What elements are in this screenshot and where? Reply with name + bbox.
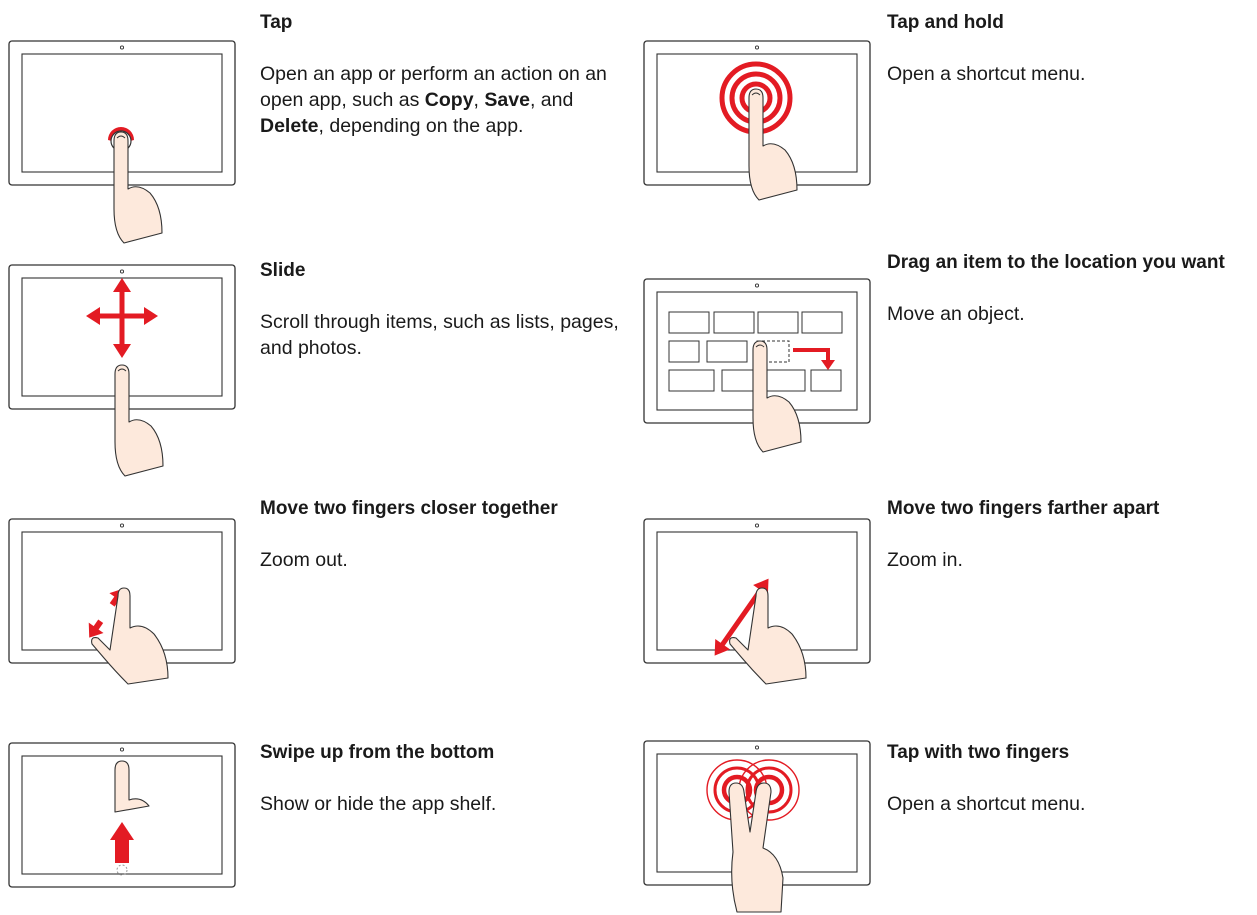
gesture-title: Drag an item to the location you want: [887, 252, 1225, 273]
gesture-title: Move two fingers farther apart: [887, 498, 1160, 519]
gesture-description: Scroll through items, such as lists, pag…: [260, 311, 619, 359]
gesture-description: Open a shortcut menu.: [887, 63, 1086, 85]
slide-gesture-icon: [8, 264, 238, 477]
swipe-up-gesture-icon: [8, 742, 238, 892]
gesture-title: Swipe up from the bottom: [260, 742, 495, 763]
two-finger-tap-gesture-icon: [643, 740, 873, 913]
tap-and-hold-gesture-icon: [643, 40, 873, 215]
pinch-in-gesture-icon: [8, 518, 238, 693]
gesture-title: Slide: [260, 260, 306, 281]
gesture-title: Tap and hold: [887, 12, 1004, 33]
gesture-description: Move an object.: [887, 303, 1025, 325]
pinch-out-gesture-icon: [643, 518, 873, 693]
gesture-description: Zoom out.: [260, 549, 348, 571]
drag-gesture-icon: [643, 278, 873, 453]
gesture-title: Tap with two fingers: [887, 742, 1070, 763]
gesture-title: Move two fingers closer together: [260, 498, 558, 519]
tap-gesture-icon: [8, 40, 238, 244]
gesture-title: Tap: [260, 12, 293, 33]
gesture-description: Open an app or perform an action on an o…: [260, 63, 607, 137]
gesture-description: Show or hide the app shelf.: [260, 793, 497, 815]
gesture-description: Open a shortcut menu.: [887, 793, 1086, 815]
gesture-description: Zoom in.: [887, 549, 963, 571]
